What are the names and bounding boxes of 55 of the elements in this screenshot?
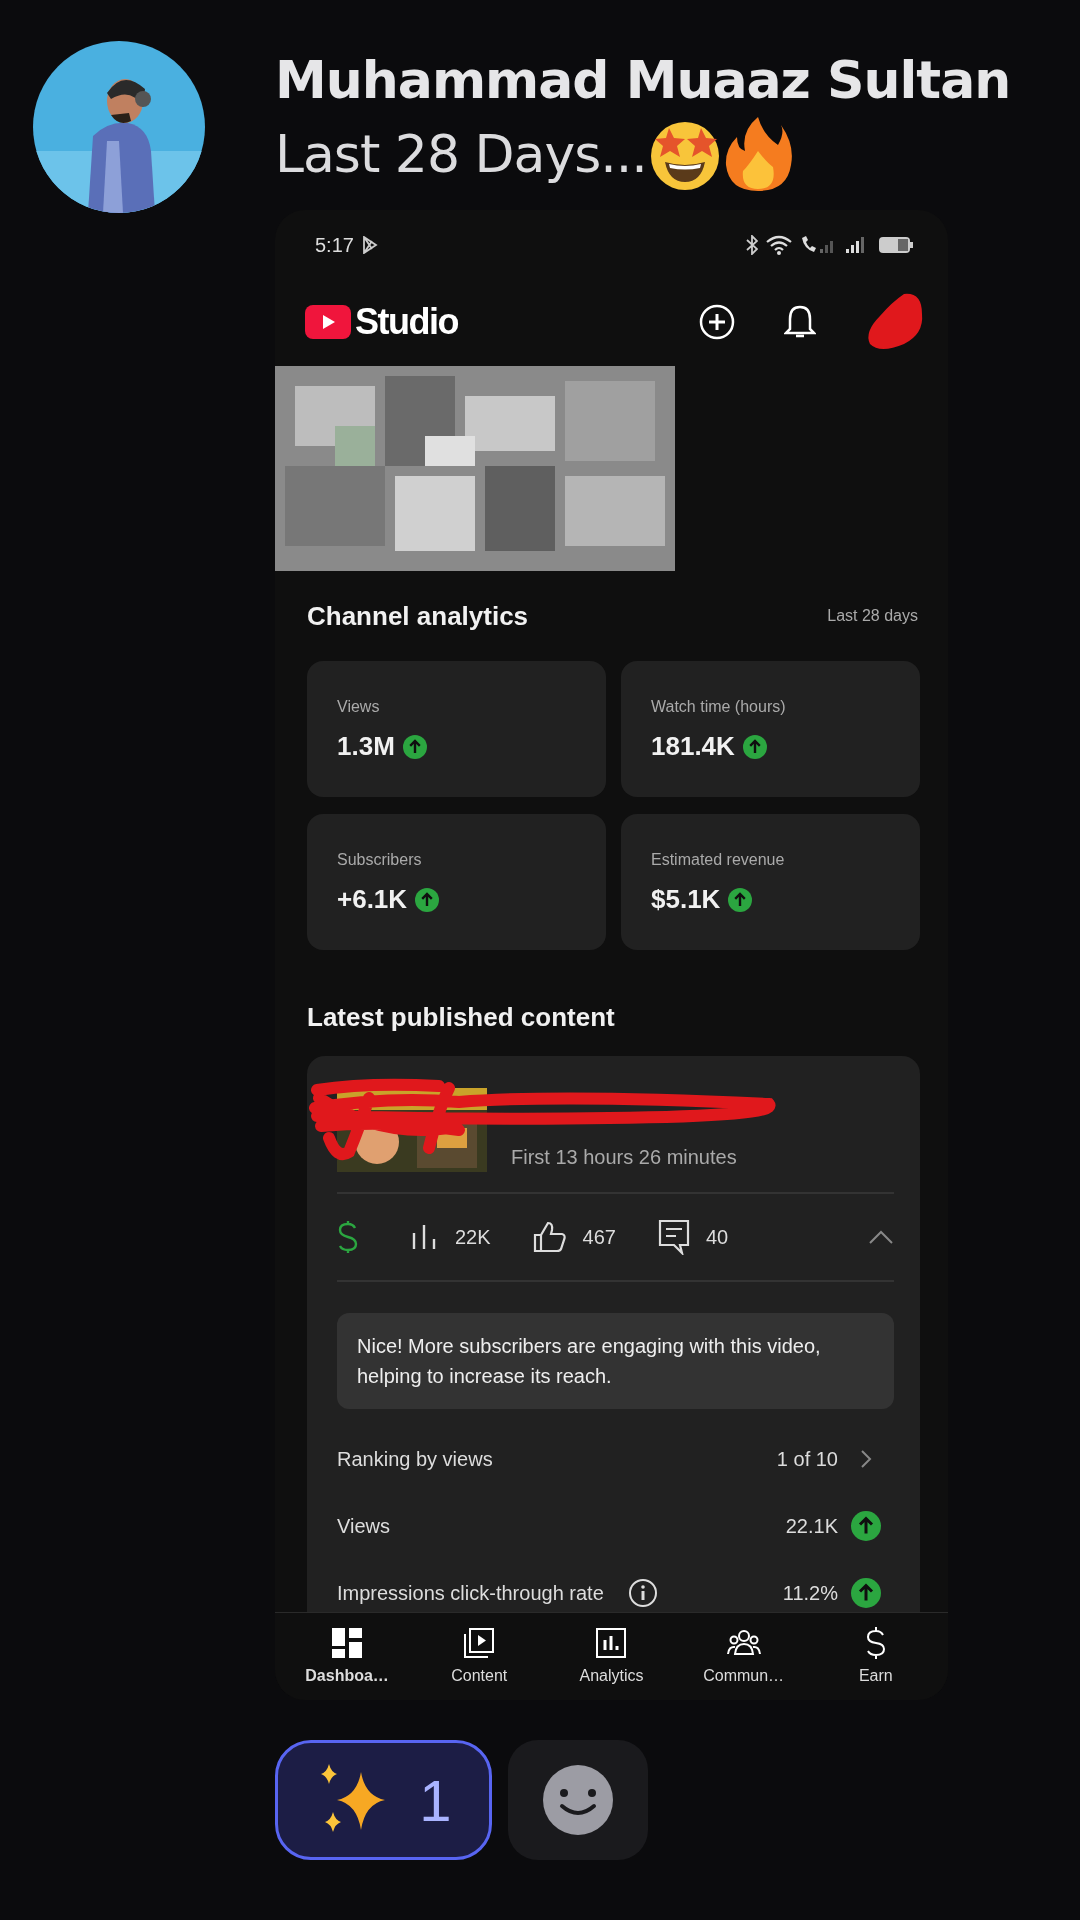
- bluetooth-icon: [746, 235, 758, 255]
- nav-tab[interactable]: Earn: [815, 1625, 936, 1688]
- trend-up-icon: [415, 887, 440, 912]
- bar-chart-icon: [594, 1625, 629, 1660]
- youtube-logo-icon: [305, 304, 351, 339]
- app-title: Studio: [355, 299, 458, 344]
- play-store-icon: [361, 236, 378, 254]
- nav-tab[interactable]: Dashboa…: [287, 1625, 408, 1688]
- stat-value: 467: [582, 1225, 616, 1250]
- add-circle-icon[interactable]: [698, 302, 736, 341]
- metric-value: 1.3M: [337, 730, 395, 763]
- metric-value: $5.1K: [651, 883, 721, 916]
- stat-value: 22K: [455, 1225, 491, 1250]
- metric-label: Estimated revenue: [651, 850, 786, 870]
- video-library-icon: [462, 1625, 497, 1660]
- battery-icon: [878, 235, 914, 255]
- trend-up-icon: [402, 734, 427, 759]
- metric-label: Impressions click-through rate: [337, 1580, 604, 1606]
- metric-value: 11.2%: [782, 1580, 838, 1606]
- metric-value: 1 of 10: [776, 1446, 838, 1472]
- metric-value: 181.4K: [651, 730, 735, 763]
- metric-label: Ranking by views: [337, 1446, 493, 1472]
- dollar-icon: [337, 1220, 359, 1254]
- metric-value: +6.1K: [337, 883, 408, 916]
- trend-up-icon: [851, 1510, 881, 1541]
- tip-message: Nice! More subscribers are engaging with this video, helping to increase its reach.: [337, 1313, 894, 1409]
- section-title: Channel analytics: [307, 599, 529, 633]
- trend-up-icon: [742, 734, 767, 759]
- stat-value: 40: [705, 1225, 729, 1250]
- metric-value: 22.1K: [785, 1513, 838, 1539]
- video-subtitle: First 13 hours 26 minutes: [511, 1145, 737, 1170]
- chevron-right-icon[interactable]: [860, 1448, 872, 1469]
- period-label: Last 28 days: [827, 606, 918, 626]
- chevron-up-icon[interactable]: [868, 1229, 894, 1245]
- nav-tab[interactable]: Commun…: [683, 1625, 804, 1688]
- wifi-icon: [766, 235, 792, 255]
- dashboard-icon: [330, 1625, 365, 1660]
- nav-tab[interactable]: Content: [419, 1625, 540, 1688]
- metric-label: Views: [337, 1513, 390, 1539]
- add-reaction-button[interactable]: [508, 1740, 648, 1860]
- nav-tab[interactable]: Analytics: [551, 1625, 672, 1688]
- trend-up-icon: [728, 887, 753, 912]
- message-text: Last 28 Days...: [275, 123, 647, 186]
- username[interactable]: Muhammad Muaaz Sultan: [275, 45, 1080, 115]
- info-icon[interactable]: [627, 1577, 658, 1608]
- reaction-button[interactable]: 1: [275, 1740, 492, 1860]
- thumbs-up-icon: [532, 1221, 567, 1253]
- smiley-icon: [542, 1764, 614, 1836]
- trend-up-icon: [851, 1577, 881, 1608]
- section-title: Latest published content: [307, 1000, 615, 1034]
- comment-icon: [657, 1219, 690, 1255]
- status-time: 5:17: [315, 233, 354, 258]
- metric-label: Watch time (hours): [651, 697, 787, 717]
- metric-label: Views: [337, 697, 381, 717]
- metric-label: Subscribers: [337, 850, 423, 870]
